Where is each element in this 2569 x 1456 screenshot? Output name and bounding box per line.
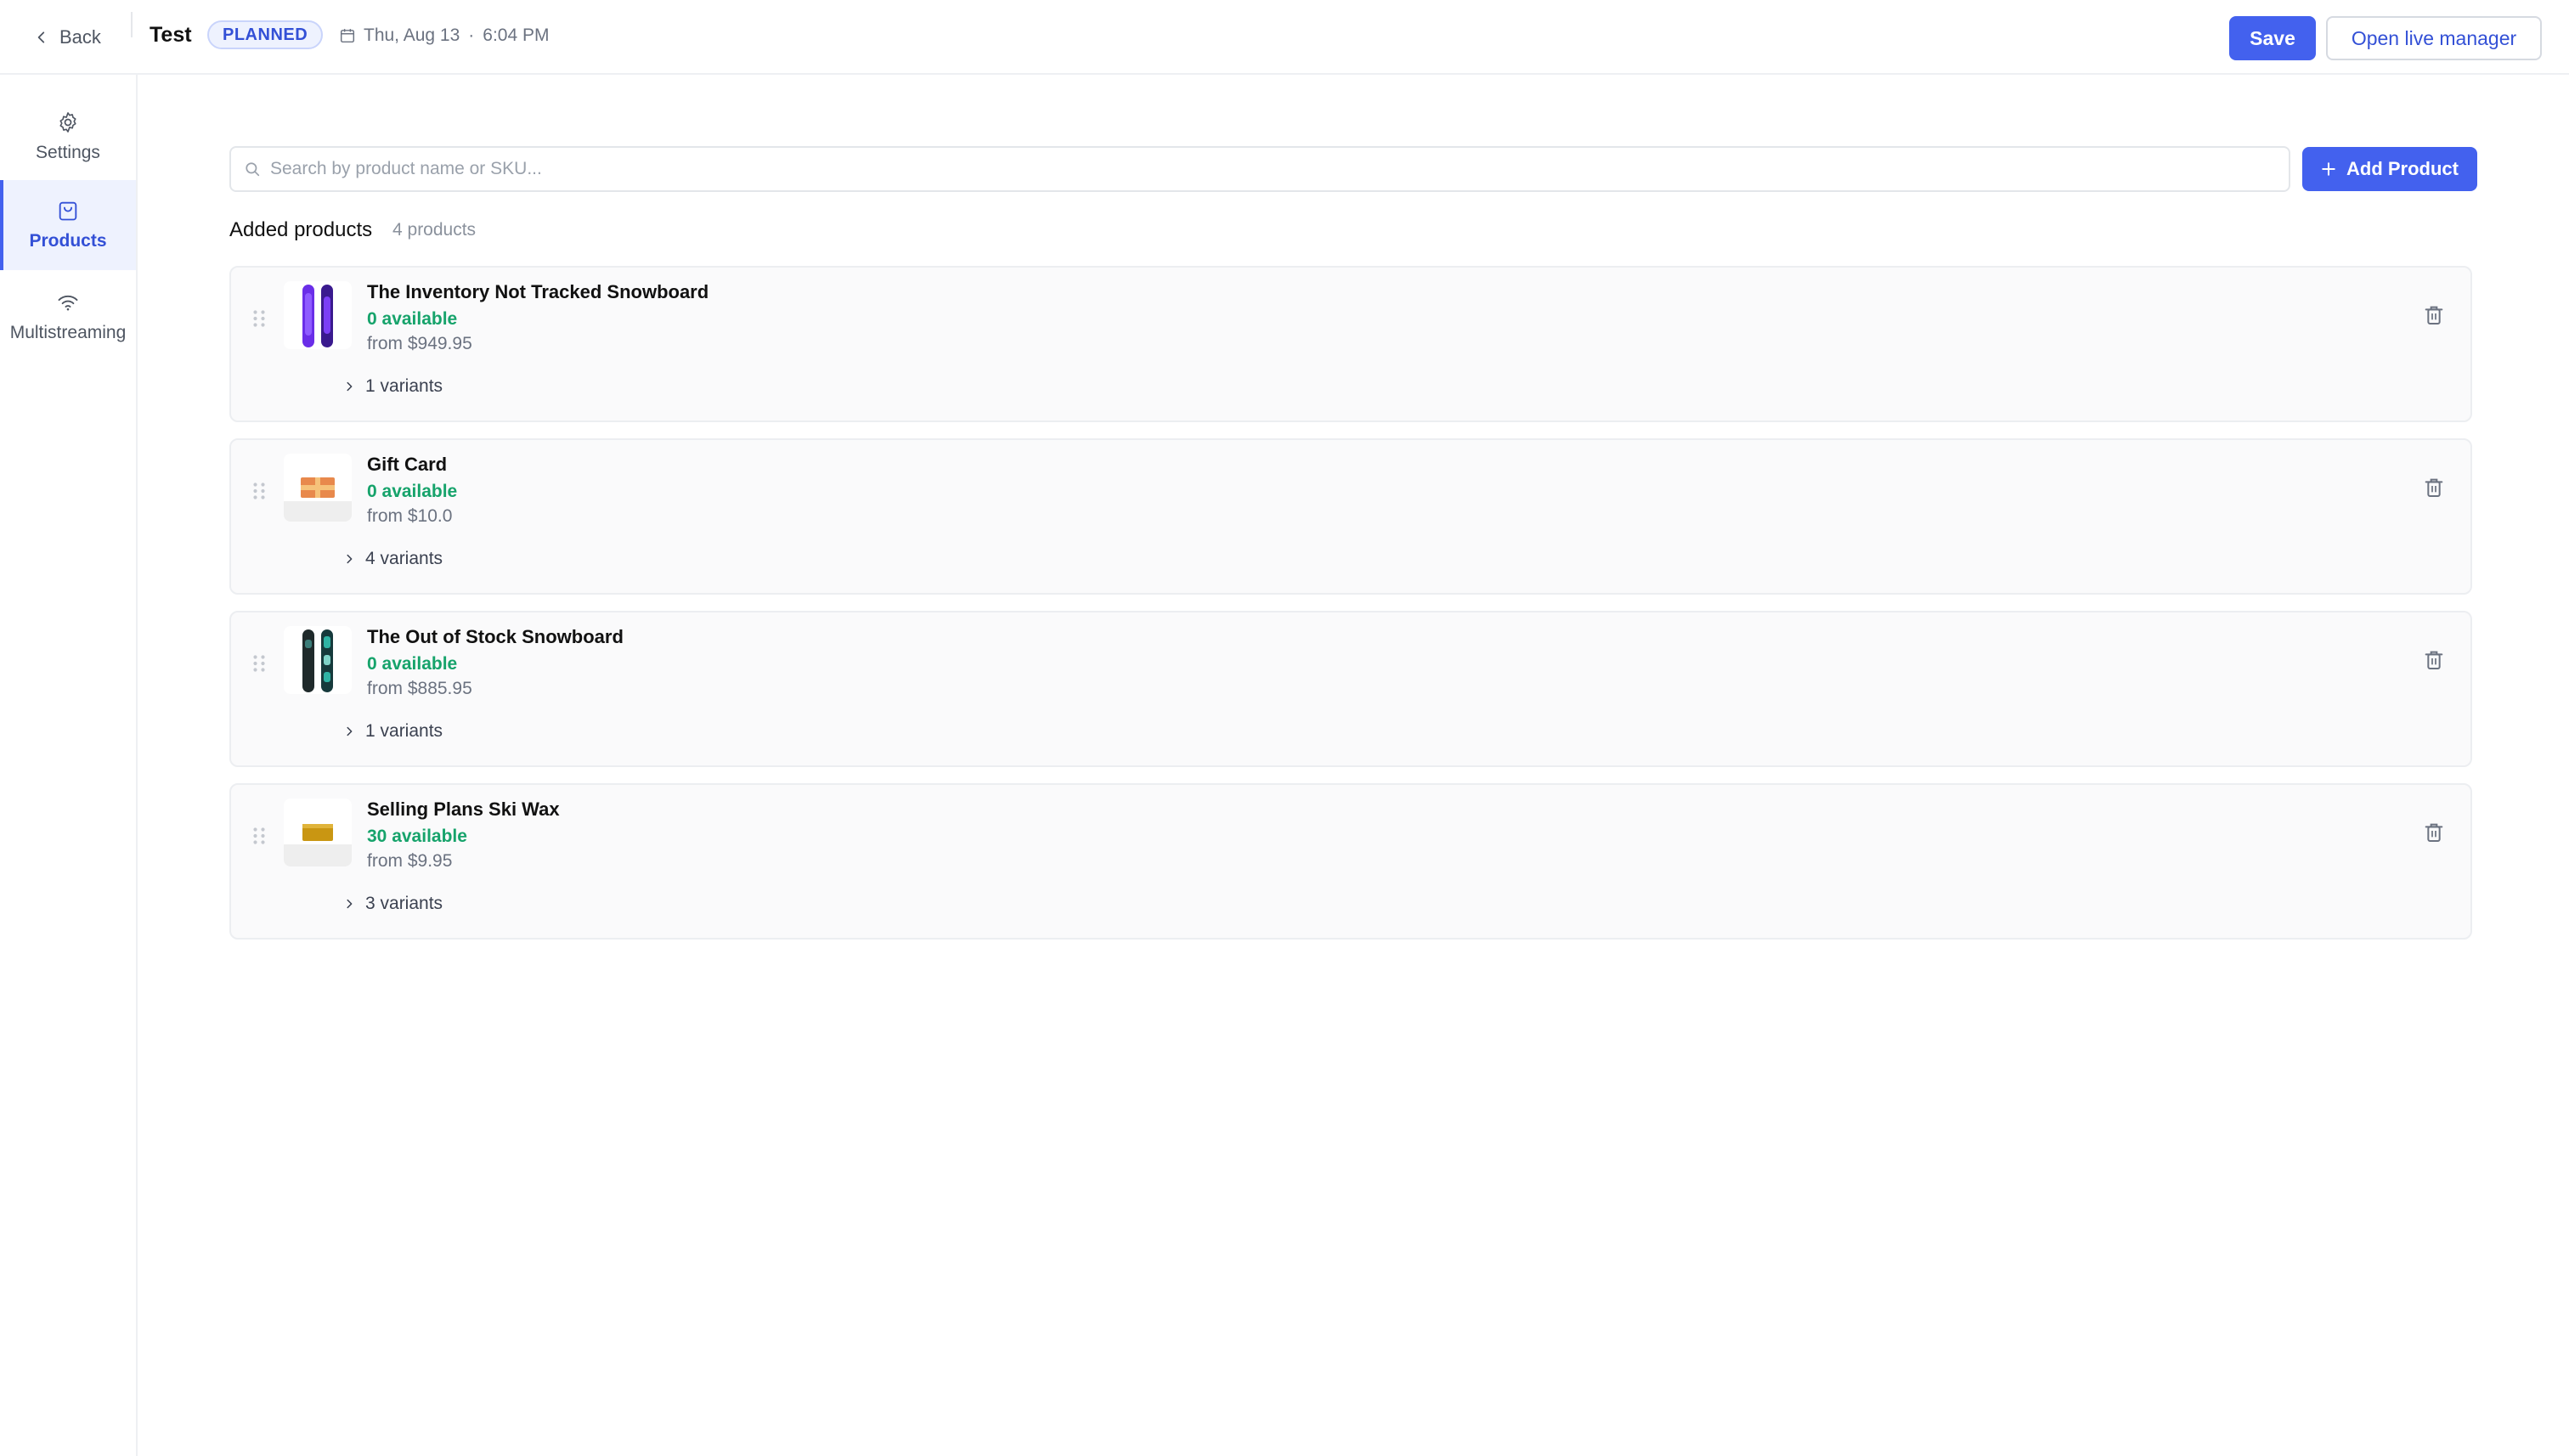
product-availability: 0 available — [367, 654, 458, 674]
add-product-label: Add Product — [2346, 158, 2459, 179]
snowboard-image — [302, 285, 333, 347]
back-button[interactable]: Back — [34, 22, 101, 53]
back-label: Back — [59, 26, 101, 48]
chevron-right-icon — [347, 726, 353, 736]
ski-wax-image — [284, 824, 352, 866]
time-text: 6:04 PM — [483, 25, 550, 45]
gift-card-image — [284, 477, 352, 522]
product-name: The Inventory Not Tracked Snowboard — [367, 281, 709, 302]
product-card: The Out of Stock Snowboard 0 available f… — [229, 611, 2472, 767]
save-button[interactable]: Save — [2229, 16, 2316, 60]
top-bar: Back Test PLANNED Thu, Aug 13 · 6:04 PM … — [0, 0, 2569, 75]
sidebar: Settings Products Multistreaming — [0, 75, 138, 1456]
product-count: 4 products — [392, 220, 477, 240]
chevron-left-icon — [37, 31, 45, 43]
gear-icon — [59, 112, 76, 133]
variants-toggle[interactable]: 3 variants — [343, 894, 443, 914]
trash-icon[interactable] — [2425, 305, 2443, 325]
product-card: The Inventory Not Tracked Snowboard 0 av… — [229, 266, 2472, 422]
calendar-icon — [340, 29, 355, 43]
variants-label: 1 variants — [365, 721, 443, 741]
drag-handle-icon[interactable] — [251, 653, 267, 674]
product-price: from $10.0 — [367, 506, 453, 526]
snowboard-image — [302, 629, 333, 692]
product-availability: 0 available — [367, 309, 458, 329]
add-product-button[interactable]: Add Product — [2302, 147, 2477, 191]
product-thumbnail — [284, 454, 352, 522]
trash-icon[interactable] — [2425, 822, 2443, 843]
product-availability: 0 available — [367, 482, 458, 501]
sidebar-item-label: Multistreaming — [9, 323, 127, 342]
shopping-bag-icon — [59, 201, 77, 221]
variants-toggle[interactable]: 1 variants — [343, 721, 443, 742]
product-price: from $949.95 — [367, 334, 472, 353]
variants-toggle[interactable]: 1 variants — [343, 376, 443, 397]
trash-icon[interactable] — [2425, 650, 2443, 670]
product-name: The Out of Stock Snowboard — [367, 626, 624, 647]
variants-toggle[interactable]: 4 variants — [343, 549, 443, 569]
product-price: from $885.95 — [367, 679, 472, 698]
drag-handle-icon[interactable] — [251, 826, 267, 846]
variants-label: 3 variants — [365, 894, 443, 913]
sidebar-item-settings[interactable]: Settings — [0, 92, 136, 182]
product-name: Selling Plans Ski Wax — [367, 799, 560, 820]
sidebar-item-label: Settings — [36, 143, 100, 162]
product-price: from $9.95 — [367, 851, 453, 871]
drag-handle-icon[interactable] — [251, 481, 267, 501]
chevron-right-icon — [347, 554, 353, 564]
scheduled-datetime: Thu, Aug 13 · 6:04 PM — [340, 25, 549, 46]
sidebar-item-products[interactable]: Products — [0, 180, 136, 270]
wifi-icon — [58, 295, 78, 311]
header-divider — [131, 12, 133, 37]
section-title: Added products — [229, 218, 373, 241]
date-separator: · — [468, 25, 475, 45]
product-card: Gift Card 0 available from $10.0 4 varia… — [229, 438, 2472, 595]
sidebar-item-label: Products — [29, 231, 107, 251]
trash-icon[interactable] — [2425, 477, 2443, 498]
product-thumbnail — [284, 626, 352, 694]
date-text: Thu, Aug 13 — [364, 25, 460, 45]
product-card: Selling Plans Ski Wax 30 available from … — [229, 783, 2472, 940]
product-availability: 30 available — [367, 827, 467, 846]
product-name: Gift Card — [367, 454, 448, 475]
sidebar-item-multistreaming[interactable]: Multistreaming — [0, 272, 136, 362]
variants-label: 1 variants — [365, 376, 443, 396]
open-live-manager-button[interactable]: Open live manager — [2326, 16, 2542, 60]
product-thumbnail — [284, 281, 352, 349]
product-thumbnail — [284, 799, 352, 866]
search-icon — [246, 162, 260, 177]
search-field[interactable] — [229, 146, 2290, 192]
plus-icon — [2322, 162, 2335, 176]
chevron-right-icon — [347, 899, 353, 909]
chevron-right-icon — [347, 381, 353, 392]
page-title: Test — [150, 23, 192, 47]
drag-handle-icon[interactable] — [251, 308, 267, 329]
search-input[interactable] — [268, 158, 2289, 180]
status-badge: PLANNED — [207, 20, 324, 49]
variants-label: 4 variants — [365, 549, 443, 568]
